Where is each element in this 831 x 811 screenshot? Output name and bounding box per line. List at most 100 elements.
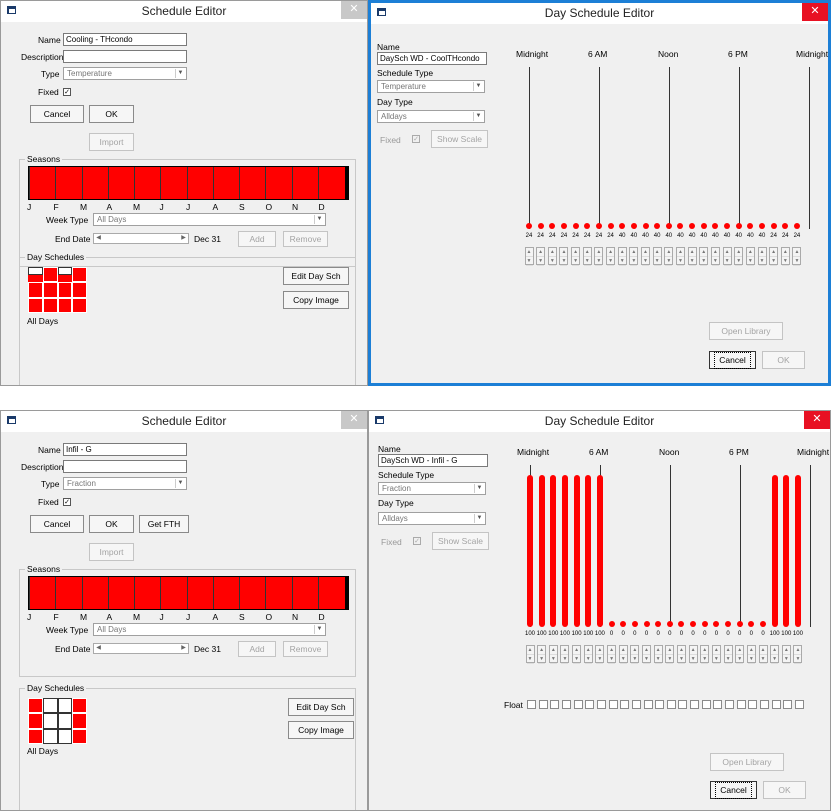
- hour-spinner[interactable]: ▲ ▼: [687, 247, 697, 266]
- spin-up-icon[interactable]: ▲: [781, 248, 789, 257]
- spin-up-icon[interactable]: ▲: [736, 646, 744, 655]
- hour-value-bar[interactable]: [608, 621, 615, 627]
- spin-up-icon[interactable]: ▲: [711, 248, 719, 257]
- hour-value-bar[interactable]: [783, 475, 790, 627]
- float-checkbox[interactable]: [713, 700, 723, 709]
- spin-down-icon[interactable]: ▼: [643, 655, 650, 664]
- hour-value-bar[interactable]: [782, 223, 789, 229]
- add-button[interactable]: Add: [238, 641, 276, 657]
- spin-up-icon[interactable]: ▲: [573, 646, 581, 655]
- spin-down-icon[interactable]: ▼: [654, 655, 662, 664]
- hour-spinner[interactable]: ▲ ▼: [653, 645, 663, 664]
- float-checkbox[interactable]: [643, 700, 653, 709]
- close-icon[interactable]: ✕: [802, 3, 828, 21]
- day-schedule-thumbnail[interactable]: [28, 698, 87, 744]
- arrow-left-icon[interactable]: ◀: [94, 644, 103, 653]
- spin-up-icon[interactable]: ▲: [561, 646, 569, 655]
- spin-down-icon[interactable]: ▼: [759, 655, 767, 664]
- hour-spinner[interactable]: ▲ ▼: [711, 645, 721, 664]
- cancel-button[interactable]: Cancel: [709, 351, 756, 369]
- spin-down-icon[interactable]: ▼: [711, 257, 719, 266]
- spin-down-icon[interactable]: ▼: [596, 655, 604, 664]
- hour-value-bar[interactable]: [572, 223, 579, 229]
- seasons-bar[interactable]: [28, 576, 349, 610]
- float-checkbox[interactable]: [771, 700, 781, 709]
- ok-button[interactable]: OK: [762, 351, 805, 369]
- hour-value-bar[interactable]: [736, 621, 743, 627]
- open-library-button[interactable]: Open Library: [709, 322, 783, 340]
- hour-spinner[interactable]: ▲ ▼: [606, 247, 616, 266]
- spin-down-icon[interactable]: ▼: [573, 655, 581, 664]
- hour-value-bar[interactable]: [794, 475, 801, 627]
- spin-down-icon[interactable]: ▼: [572, 257, 580, 266]
- hour-spinner[interactable]: ▲ ▼: [792, 247, 802, 266]
- spin-up-icon[interactable]: ▲: [549, 646, 557, 655]
- fixed-checkbox[interactable]: ✓: [63, 498, 71, 506]
- spin-down-icon[interactable]: ▼: [595, 257, 603, 266]
- cancel-button[interactable]: Cancel: [30, 105, 84, 123]
- remove-button[interactable]: Remove: [283, 231, 328, 247]
- float-checkbox[interactable]: [678, 700, 688, 709]
- spin-up-icon[interactable]: ▲: [735, 248, 743, 257]
- spin-down-icon[interactable]: ▼: [653, 257, 661, 266]
- hour-value-bar[interactable]: [678, 621, 685, 627]
- spin-down-icon[interactable]: ▼: [526, 655, 534, 664]
- spin-down-icon[interactable]: ▼: [561, 655, 569, 664]
- spin-down-icon[interactable]: ▼: [583, 257, 591, 266]
- hour-value-bar[interactable]: [561, 475, 568, 627]
- spin-down-icon[interactable]: ▼: [736, 655, 744, 664]
- float-checkbox[interactable]: [794, 700, 804, 709]
- float-checkbox[interactable]: [561, 700, 571, 709]
- spin-down-icon[interactable]: ▼: [782, 655, 790, 664]
- hour-value-bar[interactable]: [643, 621, 650, 627]
- spin-up-icon[interactable]: ▲: [607, 248, 615, 257]
- spin-up-icon[interactable]: ▲: [537, 248, 545, 257]
- spin-down-icon[interactable]: ▼: [584, 655, 592, 664]
- hour-spinner[interactable]: ▲ ▼: [769, 247, 779, 266]
- spin-down-icon[interactable]: ▼: [619, 655, 627, 664]
- spin-down-icon[interactable]: ▼: [665, 257, 673, 266]
- spin-up-icon[interactable]: ▲: [595, 248, 603, 257]
- hour-value-bar[interactable]: [770, 223, 777, 229]
- day-type-select[interactable]: Alldays ▼: [378, 512, 486, 525]
- hour-value-bar[interactable]: [527, 475, 533, 627]
- spin-up-icon[interactable]: ▲: [793, 248, 801, 257]
- hour-spinner[interactable]: ▲ ▼: [758, 645, 768, 664]
- type-select[interactable]: Temperature ▼: [63, 67, 187, 80]
- hour-spinner[interactable]: ▲ ▼: [560, 645, 570, 664]
- spin-up-icon[interactable]: ▲: [630, 248, 638, 257]
- hour-value-bar[interactable]: [655, 621, 662, 627]
- spin-up-icon[interactable]: ▲: [538, 646, 546, 655]
- week-type-select[interactable]: All Days ▼: [93, 213, 326, 226]
- hour-value-bar[interactable]: [584, 223, 591, 229]
- hour-spinner[interactable]: ▲ ▼: [664, 247, 674, 266]
- hour-spinner[interactable]: ▲ ▼: [781, 645, 791, 664]
- spin-up-icon[interactable]: ▲: [583, 248, 591, 257]
- hour-spinner[interactable]: ▲ ▼: [525, 645, 535, 664]
- cancel-button[interactable]: Cancel: [30, 515, 84, 533]
- show-scale-button[interactable]: Show Scale: [432, 532, 489, 550]
- fixed-checkbox[interactable]: ✓: [412, 135, 420, 143]
- spin-down-icon[interactable]: ▼: [689, 655, 697, 664]
- float-checkbox[interactable]: [655, 700, 665, 709]
- hour-spinner[interactable]: ▲ ▼: [665, 645, 675, 664]
- spin-down-icon[interactable]: ▼: [701, 655, 709, 664]
- spin-down-icon[interactable]: ▼: [723, 257, 731, 266]
- hour-value-bar[interactable]: [748, 621, 755, 627]
- spin-down-icon[interactable]: ▼: [677, 655, 685, 664]
- ok-button[interactable]: OK: [763, 781, 806, 799]
- spin-up-icon[interactable]: ▲: [712, 646, 720, 655]
- hour-value-bar[interactable]: [550, 475, 557, 627]
- hour-value-bar[interactable]: [619, 223, 626, 229]
- spin-down-icon[interactable]: ▼: [735, 257, 743, 266]
- spin-up-icon[interactable]: ▲: [746, 248, 754, 257]
- name-input[interactable]: DaySch WD - CoolTHcondo: [377, 52, 487, 65]
- spin-down-icon[interactable]: ▼: [618, 257, 626, 266]
- float-checkbox[interactable]: [701, 700, 711, 709]
- hour-value-bar[interactable]: [701, 621, 708, 627]
- hour-value-bar[interactable]: [725, 621, 732, 627]
- spin-down-icon[interactable]: ▼: [770, 257, 778, 266]
- spin-up-icon[interactable]: ▲: [665, 248, 673, 257]
- close-icon[interactable]: ✕: [341, 411, 367, 429]
- spin-up-icon[interactable]: ▲: [666, 646, 674, 655]
